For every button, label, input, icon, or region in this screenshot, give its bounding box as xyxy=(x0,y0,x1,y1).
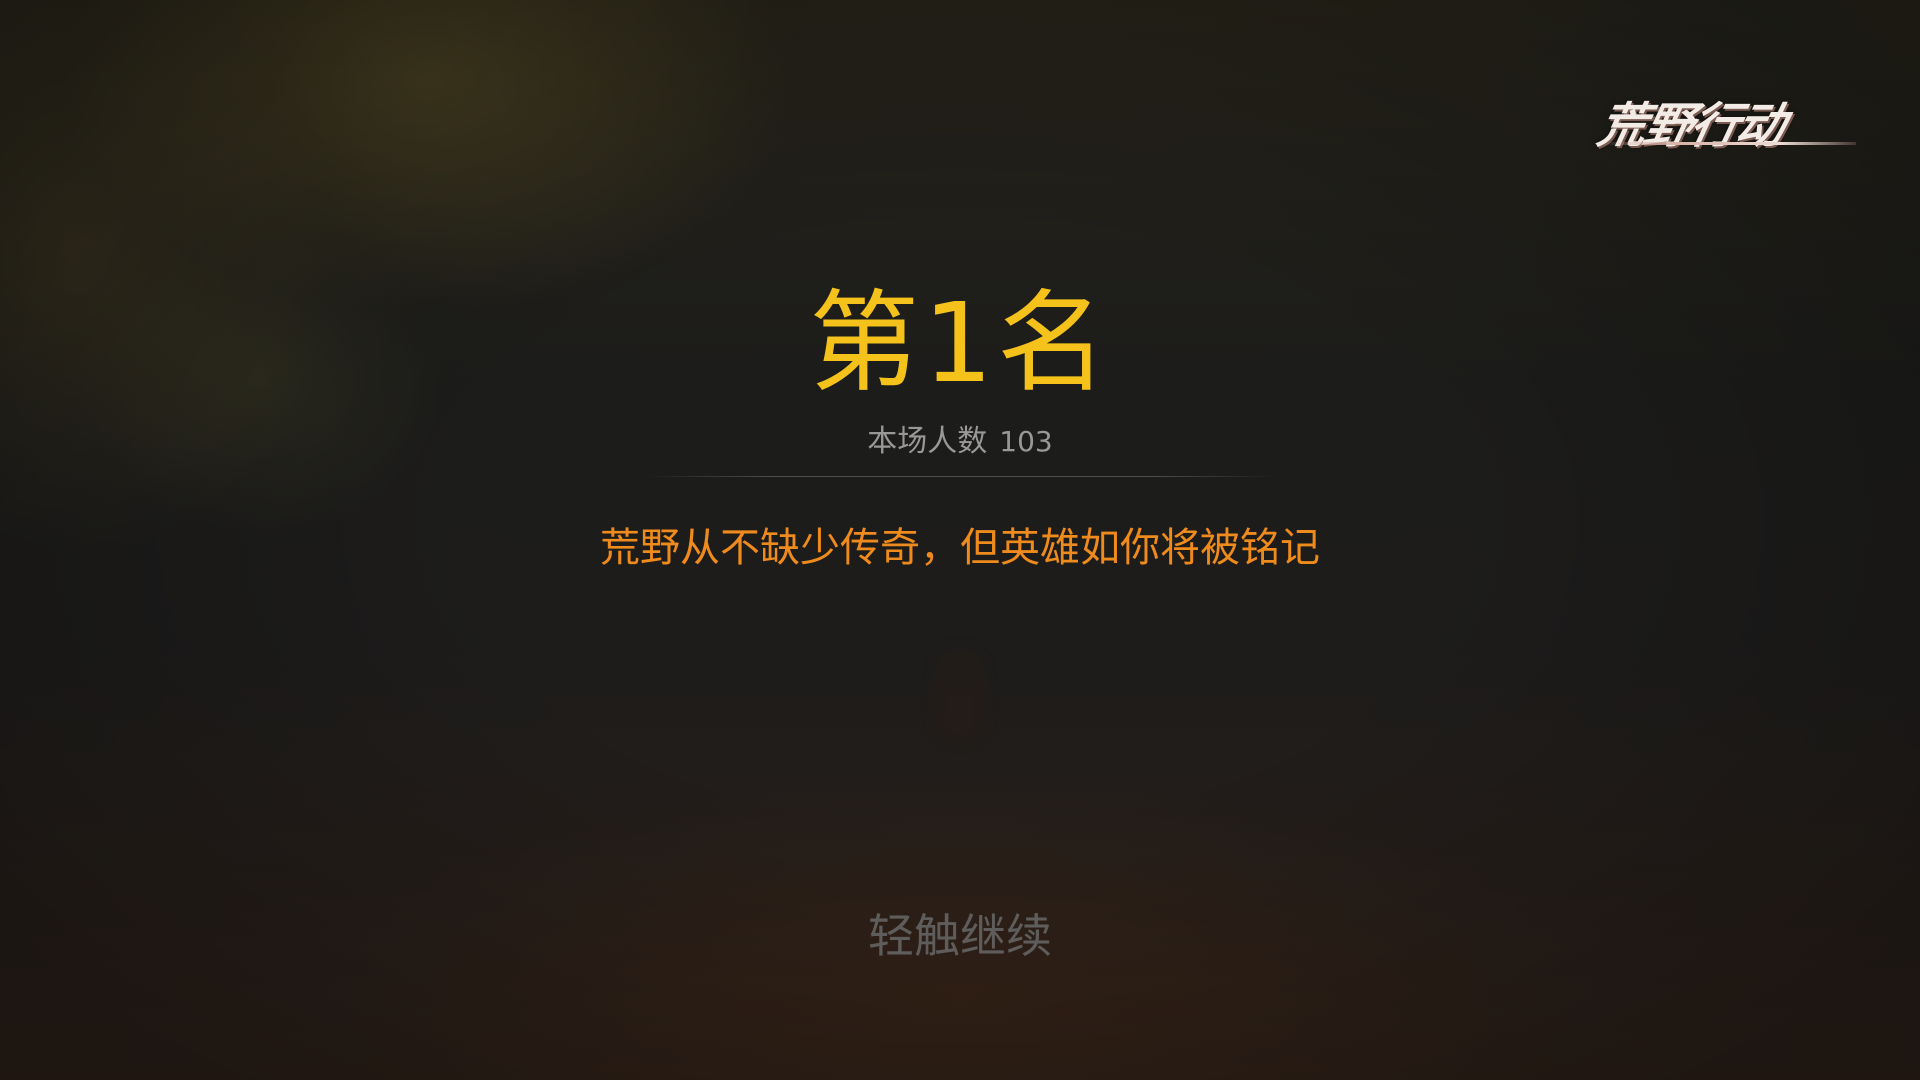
player-count-value: 103 xyxy=(999,425,1053,458)
game-logo-underline xyxy=(1604,142,1856,145)
tap-to-continue-button[interactable]: 轻触继续 xyxy=(0,908,1920,964)
rank-title: 第1名 xyxy=(809,279,1111,407)
background-player-silhouette xyxy=(935,650,985,740)
match-result-screen[interactable]: 荒野行动 第1名 本场人数 103 荒野从不缺少传奇，但英雄如你将被铭记 轻触继续 xyxy=(0,0,1920,1080)
player-count: 本场人数 103 xyxy=(0,422,1920,462)
victory-slogan: 荒野从不缺少传奇，但英雄如你将被铭记 xyxy=(600,525,1320,571)
game-logo: 荒野行动 xyxy=(1593,86,1862,154)
player-count-label: 本场人数 xyxy=(867,424,988,459)
game-logo-text: 荒野行动 xyxy=(1592,98,1789,154)
divider xyxy=(645,476,1277,477)
